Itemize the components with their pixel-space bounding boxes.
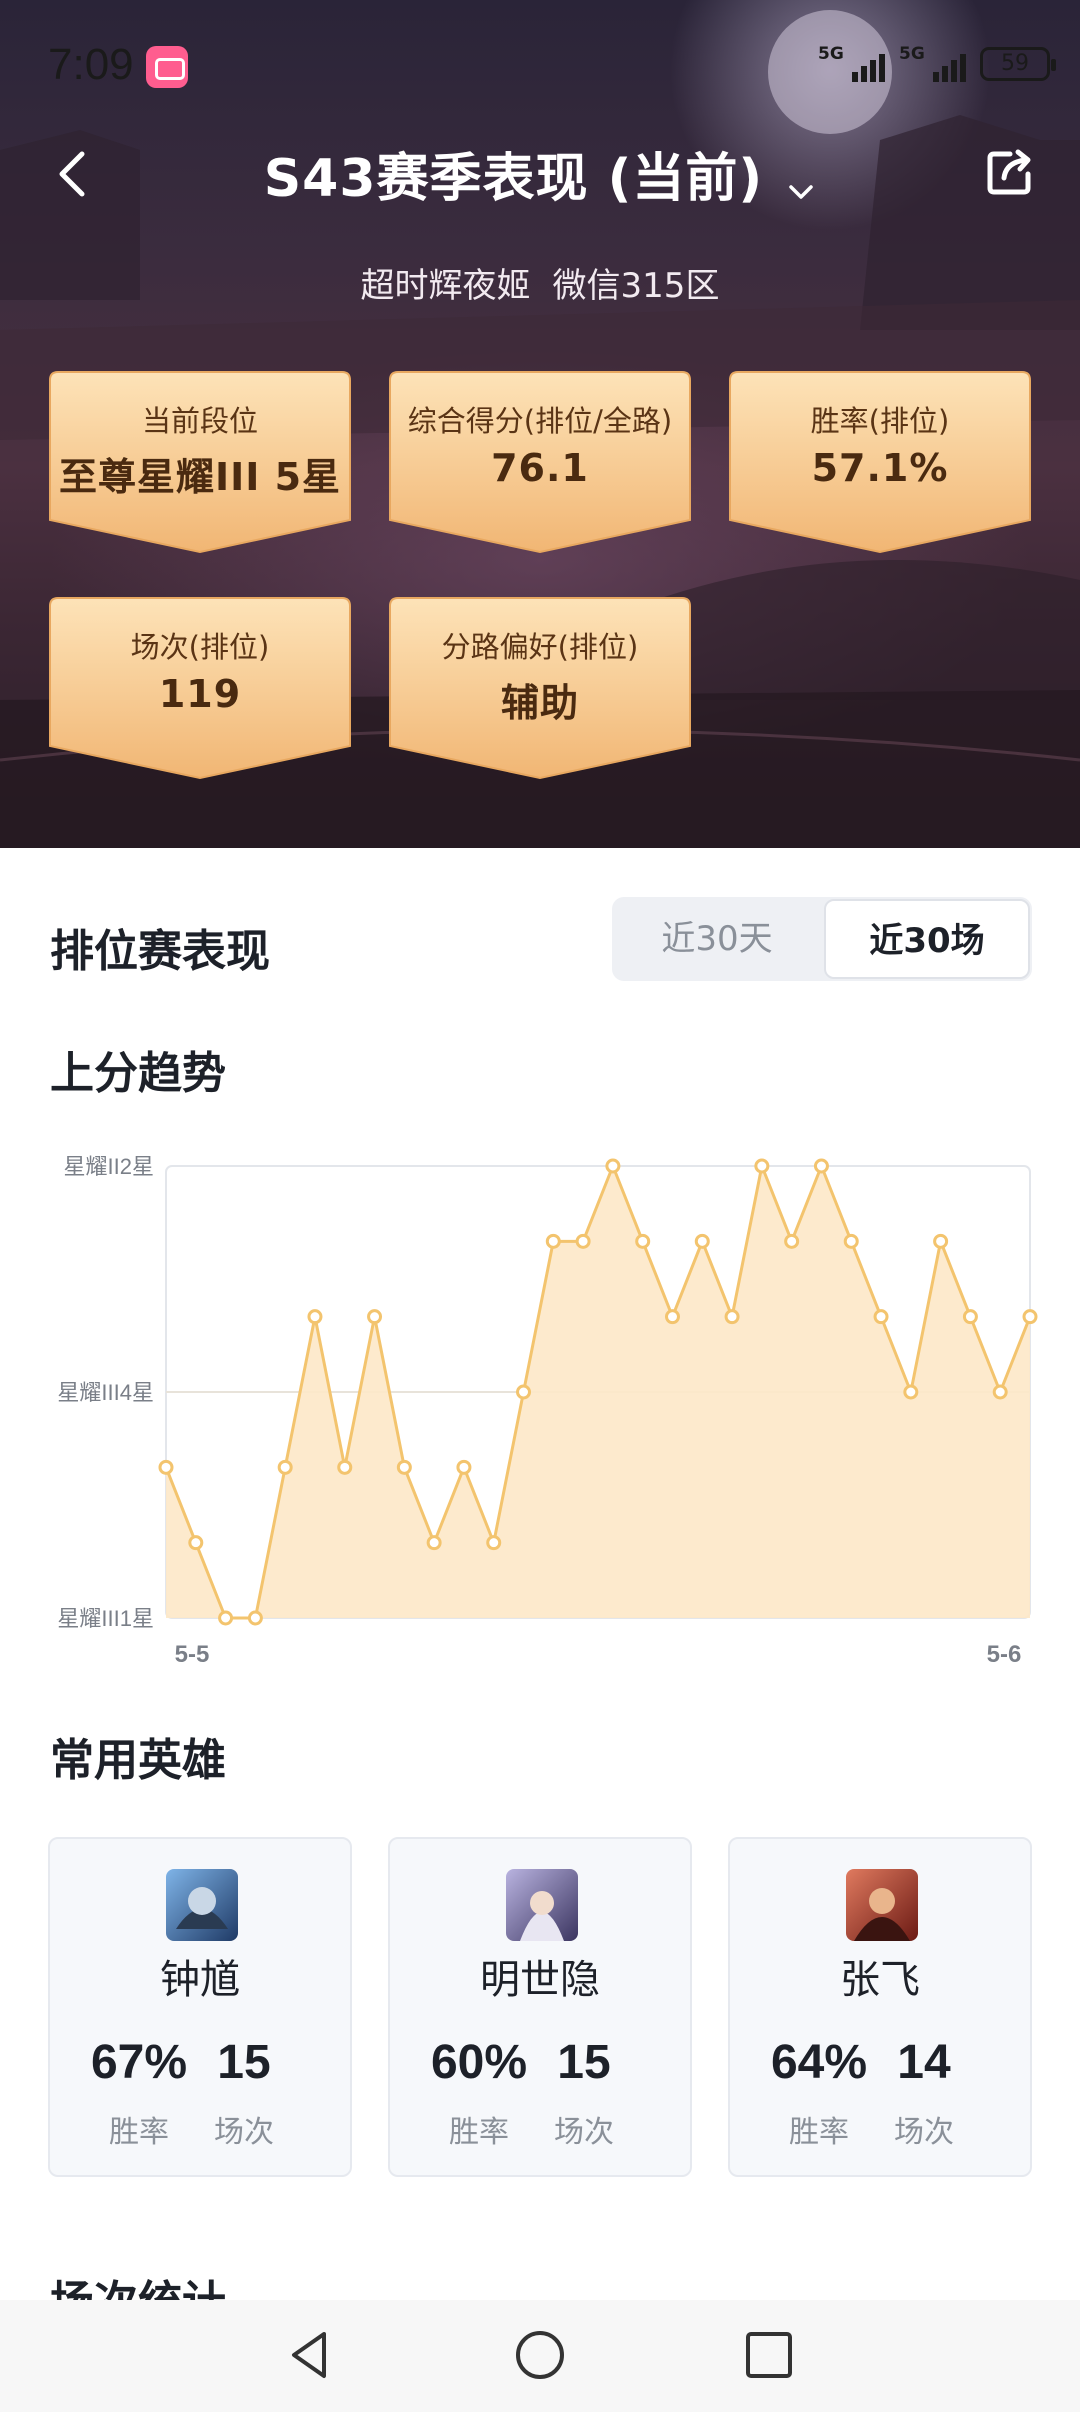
trend-point <box>754 1158 770 1174</box>
trend-point <box>605 1158 621 1174</box>
winrate-label: 胜率 <box>109 2115 169 2150</box>
stat-badge-winrate: 胜率(排位) 57.1% <box>728 370 1032 554</box>
trend-point <box>784 1233 800 1249</box>
stat-value: 至尊星耀III 5星 <box>58 455 342 499</box>
hero-name: 明世隐 <box>480 1957 600 2003</box>
hero-card[interactable]: 明世隐 60% 15 胜率 场次 <box>388 1837 692 2177</box>
season-selector[interactable]: S43赛季表现 (当前) <box>0 136 1080 211</box>
winrate-label: 胜率 <box>449 2115 509 2150</box>
trend-point <box>367 1309 383 1325</box>
hero-winrate: 60% <box>430 2036 528 2089</box>
stat-value: 57.1% <box>811 446 949 490</box>
top-nav: S43赛季表现 (当前) <box>0 130 1080 220</box>
trend-point <box>575 1233 591 1249</box>
trend-point <box>158 1459 174 1475</box>
games-label: 场次 <box>214 2115 274 2150</box>
page-title: S43赛季表现 (当前) <box>263 149 764 209</box>
stat-badge-lane: 分路偏好(排位) 辅助 <box>388 596 692 780</box>
trend-point <box>873 1309 889 1325</box>
x-tick-label: 5-5 <box>175 1641 210 1668</box>
back-icon[interactable] <box>274 2320 344 2390</box>
server-name: 微信315区 <box>552 266 720 306</box>
hero-card[interactable]: 张飞 64% 14 胜率 场次 <box>728 1837 1032 2177</box>
trend-point <box>1022 1309 1038 1325</box>
stat-label: 综合得分(排位/全路) <box>407 404 673 438</box>
signal-icon: 5G <box>899 44 966 82</box>
trend-point <box>933 1233 949 1249</box>
winrate-label: 胜率 <box>789 2115 849 2150</box>
trend-point <box>426 1535 442 1551</box>
trend-point <box>992 1384 1008 1400</box>
stat-value: 76.1 <box>491 446 589 490</box>
trend-point <box>903 1384 919 1400</box>
y-tick-label: 星耀III4星 <box>57 1380 154 1405</box>
stat-label: 场次(排位) <box>130 630 270 664</box>
player-name: 超时辉夜姬 <box>360 266 531 306</box>
zhongkui-avatar-icon <box>166 1869 238 1941</box>
hero-name: 钟馗 <box>160 1957 240 2003</box>
period-toggle: 近30天 近30场 <box>612 897 1032 981</box>
share-icon[interactable] <box>980 142 1040 202</box>
games-label: 场次 <box>554 2115 614 2150</box>
stat-label: 胜率(排位) <box>810 404 950 438</box>
trend-point <box>247 1610 263 1626</box>
system-navigation-bar <box>0 2300 1080 2412</box>
zhangfei-avatar-icon <box>846 1869 918 1941</box>
stat-badge-score: 综合得分(排位/全路) 76.1 <box>388 370 692 554</box>
hero-winrate: 64% <box>770 2036 868 2089</box>
hero-games: 15 <box>557 2036 611 2089</box>
stat-value: 辅助 <box>500 681 579 725</box>
chevron-down-icon <box>789 184 814 199</box>
trend-point <box>456 1459 472 1475</box>
y-tick-label: 星耀III1星 <box>57 1606 154 1631</box>
tab-last-30-games[interactable]: 近30场 <box>824 899 1030 979</box>
ranked-section-title: 排位赛表现 <box>50 926 270 977</box>
player-info: 超时辉夜姬 微信315区 <box>0 258 1080 307</box>
battery-icon: 59 <box>980 47 1056 81</box>
tab-last-30-days[interactable]: 近30天 <box>612 897 822 981</box>
trend-point <box>307 1309 323 1325</box>
hero-name: 张飞 <box>840 1957 920 2003</box>
y-tick-label: 星耀II2星 <box>64 1154 154 1179</box>
trend-point <box>694 1233 710 1249</box>
season-header: 7:09 5G 5G 59 S43赛季表现 (当前) 超时辉夜姬 微信315区 … <box>0 0 1080 848</box>
bilibili-app-icon <box>146 46 188 88</box>
hero-winrate: 67% <box>90 2036 188 2089</box>
stat-label: 分路偏好(排位) <box>441 630 639 664</box>
games-label: 场次 <box>894 2115 954 2150</box>
heroes-section-title: 常用英雄 <box>50 1735 226 1786</box>
stat-badge-games: 场次(排位) 119 <box>48 596 352 780</box>
status-bar: 7:09 5G 5G 59 <box>0 0 1080 134</box>
trend-point <box>337 1459 353 1475</box>
trend-point <box>545 1233 561 1249</box>
stat-label: 当前段位 <box>141 404 258 438</box>
stat-badge-rank: 当前段位 至尊星耀III 5星 <box>48 370 352 554</box>
trend-title: 上分趋势 <box>50 1048 226 1099</box>
mingshiyin-avatar-icon <box>506 1869 578 1941</box>
hero-games: 15 <box>217 2036 271 2089</box>
stat-value: 119 <box>158 672 242 716</box>
match-stats-section-title: 场次统计 <box>50 2277 226 2304</box>
rank-trend-chart: 星耀II2星 星耀III4星 星耀III1星 5-5 5-6 <box>57 1154 1038 1668</box>
home-icon[interactable] <box>505 2320 575 2390</box>
trend-point <box>962 1309 978 1325</box>
trend-point <box>724 1309 740 1325</box>
trend-point <box>516 1384 532 1400</box>
trend-point <box>664 1309 680 1325</box>
status-time: 7:09 <box>48 40 134 89</box>
hero-card[interactable]: 钟馗 67% 15 胜率 场次 <box>48 1837 352 2177</box>
trend-point <box>396 1459 412 1475</box>
status-indicators: 5G 5G 59 <box>818 44 1056 82</box>
recent-apps-icon[interactable] <box>734 2320 804 2390</box>
trend-point <box>813 1158 829 1174</box>
trend-point <box>635 1233 651 1249</box>
trend-point <box>486 1535 502 1551</box>
signal-icon: 5G <box>818 44 885 82</box>
trend-point <box>188 1535 204 1551</box>
trend-point <box>277 1459 293 1475</box>
trend-point <box>843 1233 859 1249</box>
x-tick-label: 5-6 <box>987 1641 1022 1668</box>
trend-point <box>218 1610 234 1626</box>
hero-games: 14 <box>897 2036 951 2089</box>
